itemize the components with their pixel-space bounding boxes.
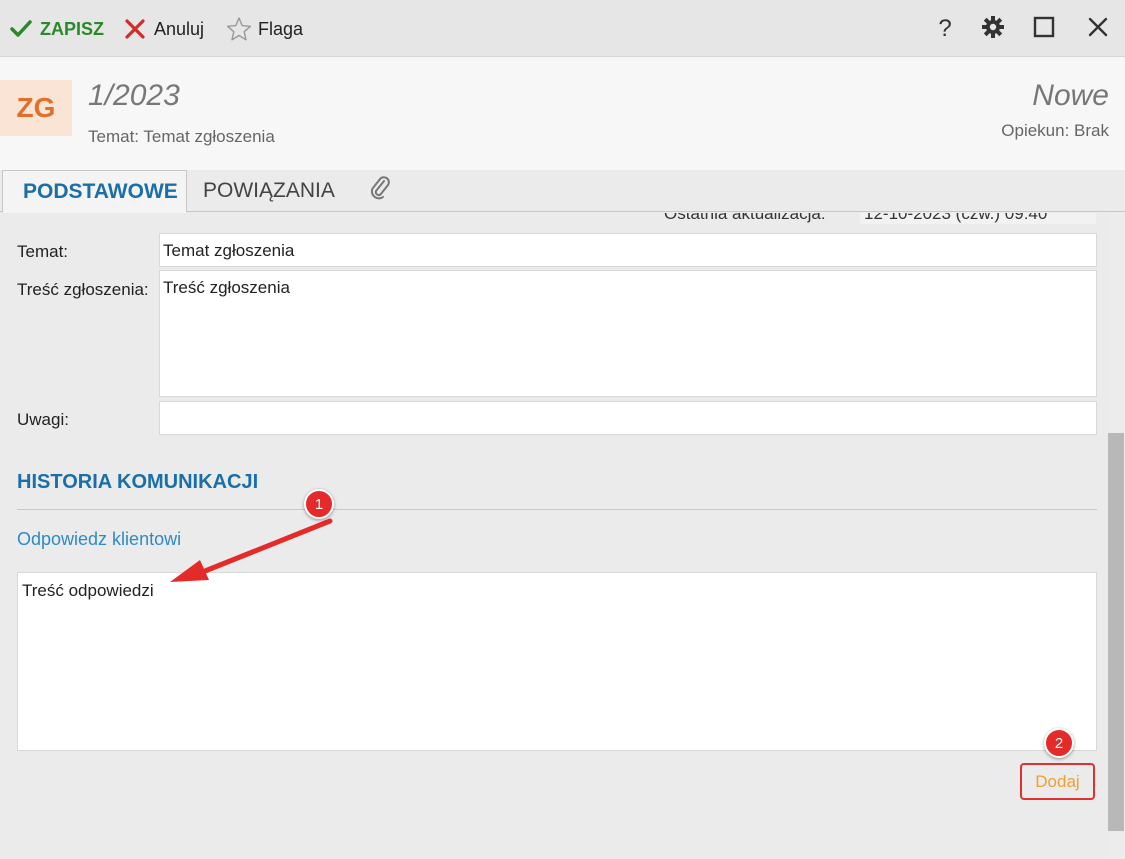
- annotation-badge-2: 2: [1044, 728, 1074, 758]
- checkmark-icon: [8, 16, 34, 42]
- maximize-button[interactable]: [1028, 14, 1060, 44]
- body-field[interactable]: Treść zgłoszenia: [159, 270, 1097, 397]
- notes-field[interactable]: [159, 401, 1097, 435]
- x-icon: [122, 16, 148, 42]
- cancel-button[interactable]: Anuluj: [122, 15, 204, 43]
- close-button[interactable]: [1082, 14, 1114, 44]
- flag-label: Flaga: [258, 18, 304, 39]
- notes-label: Uwagi:: [17, 410, 69, 429]
- body-label: Treść zgłoszenia:: [17, 280, 149, 299]
- reply-link[interactable]: Odpowiedz klientowi: [17, 529, 181, 550]
- tab-basic[interactable]: PODSTAWOWE: [2, 170, 187, 213]
- save-label: ZAPISZ: [40, 18, 105, 39]
- help-button[interactable]: ?: [929, 14, 961, 44]
- last-update-value: 12-10-2023 (czw.) 09:40: [860, 213, 1096, 224]
- star-icon: [226, 16, 252, 42]
- history-title: HISTORIA KOMUNIKACJI: [17, 471, 259, 493]
- form-content: Ostatnia aktualizacja: 12-10-2023 (czw.)…: [0, 213, 1107, 859]
- add-button[interactable]: Dodaj: [1020, 763, 1095, 800]
- header-subject: Temat: Temat zgłoszenia: [88, 127, 275, 146]
- last-update-label: Ostatnia aktualizacja:: [664, 213, 826, 223]
- avatar: ZG: [0, 80, 72, 136]
- tab-bar: PODSTAWOWE POWIĄZANIA: [0, 170, 1125, 213]
- close-icon: [1087, 16, 1109, 43]
- case-number: 1/2023: [88, 79, 180, 112]
- subject-label: Temat:: [17, 242, 69, 261]
- scrollbar-thumb[interactable]: [1108, 433, 1124, 831]
- owner-label: Opiekun: Brak: [1001, 121, 1109, 140]
- flag-button[interactable]: Flaga: [226, 15, 303, 43]
- toolbar: ZAPISZ Anuluj Flaga ?: [0, 0, 1125, 57]
- tab-relations[interactable]: POWIĄZANIA: [203, 170, 335, 212]
- reply-textarea[interactable]: Treść odpowiedzi: [17, 572, 1097, 751]
- gear-icon: [981, 15, 1005, 44]
- tab-attachments[interactable]: [366, 170, 394, 212]
- subject-field[interactable]: Temat zgłoszenia: [159, 233, 1097, 267]
- vertical-scrollbar[interactable]: [1107, 213, 1125, 859]
- save-button[interactable]: ZAPISZ: [8, 15, 104, 43]
- cancel-label: Anuluj: [154, 18, 205, 39]
- status-label: Nowe: [1032, 79, 1109, 112]
- settings-button[interactable]: [977, 14, 1009, 44]
- question-icon: ?: [938, 15, 952, 42]
- record-header: ZG 1/2023 Temat: Temat zgłoszenia Nowe O…: [0, 57, 1125, 170]
- annotation-badge-1: 1: [304, 489, 334, 519]
- maximize-icon: [1033, 16, 1055, 43]
- paperclip-icon: [368, 174, 392, 208]
- section-divider: [17, 509, 1097, 510]
